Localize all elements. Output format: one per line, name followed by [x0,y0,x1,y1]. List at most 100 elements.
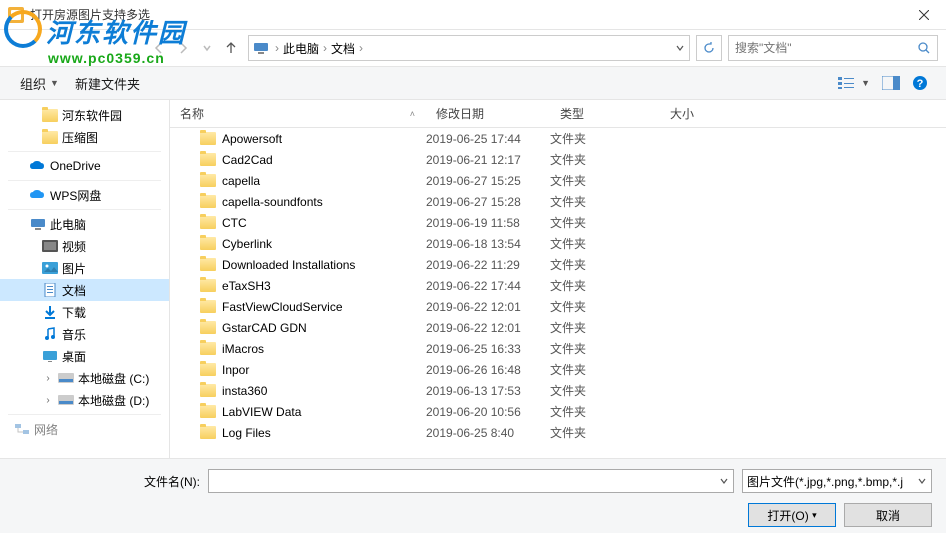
file-date: 2019-06-25 16:33 [426,342,550,356]
sidebar-item-hedong[interactable]: 河东软件园 [0,104,169,126]
sidebar-item-pictures[interactable]: 图片 [0,257,169,279]
file-row[interactable]: capella2019-06-27 15:25文件夹 [170,170,946,191]
preview-pane-button[interactable] [876,72,906,94]
column-name[interactable]: 名称˄ [170,100,426,127]
file-date: 2019-06-25 8:40 [426,426,550,440]
window-close-button[interactable] [901,0,946,30]
column-type[interactable]: 类型 [550,100,660,127]
sidebar-item-downloads[interactable]: 下载 [0,301,169,323]
file-row[interactable]: insta3602019-06-13 17:53文件夹 [170,380,946,401]
file-name: Inpor [222,363,249,377]
folder-icon [200,426,216,439]
music-icon [42,326,58,342]
folder-icon [200,174,216,187]
column-date[interactable]: 修改日期 [426,100,550,127]
sidebar-item-disk-c[interactable]: ›本地磁盘 (C:) [0,367,169,389]
file-list[interactable]: Apowersoft2019-06-25 17:44文件夹Cad2Cad2019… [170,128,946,458]
file-type: 文件夹 [550,151,660,168]
file-type: 文件夹 [550,256,660,273]
breadcrumb-documents[interactable]: 文档 [329,40,357,57]
sidebar-item-videos[interactable]: 视频 [0,235,169,257]
filename-input-wrapper[interactable] [208,469,734,493]
toolbar: 组织 ▼ 新建文件夹 ▼ ? [0,66,946,100]
file-name: capella [222,174,260,188]
file-name: iMacros [222,342,264,356]
sidebar-item-thispc[interactable]: 此电脑 [0,213,169,235]
folder-icon [200,195,216,208]
breadcrumb-separator: › [357,41,365,55]
nav-back-button[interactable] [148,37,170,59]
folder-icon [200,258,216,271]
app-icon [8,7,24,23]
network-icon [14,421,30,437]
file-name: Log Files [222,426,271,440]
breadcrumb-separator: › [321,41,329,55]
breadcrumb-thispc[interactable]: 此电脑 [281,40,321,57]
sidebar-item-compressed[interactable]: 压缩图 [0,126,169,148]
folder-icon [200,384,216,397]
file-name: eTaxSH3 [222,279,271,293]
nav-forward-button[interactable] [172,37,194,59]
onedrive-icon [30,158,46,174]
breadcrumb-dropdown[interactable] [675,43,685,53]
search-box[interactable] [728,35,938,61]
view-options-button[interactable]: ▼ [832,72,876,94]
folder-icon [200,300,216,313]
svg-text:?: ? [917,78,924,90]
folder-icon [200,279,216,292]
sidebar-item-desktop[interactable]: 桌面 [0,345,169,367]
nav-up-button[interactable] [220,37,242,59]
file-row[interactable]: Apowersoft2019-06-25 17:44文件夹 [170,128,946,149]
sidebar-item-network[interactable]: 网络 [0,418,169,440]
filter-dropdown-icon [917,476,927,486]
file-row[interactable]: iMacros2019-06-25 16:33文件夹 [170,338,946,359]
organize-menu[interactable]: 组织 ▼ [12,70,67,97]
navigation-bar: › 此电脑 › 文档 › [0,30,946,66]
filename-dropdown[interactable] [719,476,729,486]
file-type: 文件夹 [550,235,660,252]
file-row[interactable]: capella-soundfonts2019-06-27 15:28文件夹 [170,191,946,212]
sidebar-tree[interactable]: 河东软件园 压缩图 OneDrive WPS网盘 此电脑 视频 图片 文档 下载… [0,100,170,458]
file-type: 文件夹 [550,424,660,441]
help-button[interactable]: ? [906,71,934,95]
file-row[interactable]: GstarCAD GDN2019-06-22 12:01文件夹 [170,317,946,338]
file-row[interactable]: Cad2Cad2019-06-21 12:17文件夹 [170,149,946,170]
file-row[interactable]: LabVIEW Data2019-06-20 10:56文件夹 [170,401,946,422]
open-button[interactable]: 打开(O) ▾ [748,503,836,527]
folder-icon [200,342,216,355]
column-size[interactable]: 大小 [660,100,740,127]
file-type: 文件夹 [550,319,660,336]
address-breadcrumb[interactable]: › 此电脑 › 文档 › [248,35,690,61]
file-type-filter[interactable]: 图片文件(*.jpg,*.png,*.bmp,*.j [742,469,932,493]
file-row[interactable]: FastViewCloudService2019-06-22 12:01文件夹 [170,296,946,317]
file-type: 文件夹 [550,130,660,147]
file-row[interactable]: Downloaded Installations2019-06-22 11:29… [170,254,946,275]
folder-icon [200,237,216,250]
sidebar-item-onedrive[interactable]: OneDrive [0,155,169,177]
cancel-button[interactable]: 取消 [844,503,932,527]
sidebar-item-music[interactable]: 音乐 [0,323,169,345]
filename-input[interactable] [213,474,719,488]
pictures-icon [42,260,58,276]
sidebar-item-disk-d[interactable]: ›本地磁盘 (D:) [0,389,169,411]
file-date: 2019-06-22 12:01 [426,300,550,314]
file-name: GstarCAD GDN [222,321,307,335]
folder-icon [42,107,58,123]
new-folder-button[interactable]: 新建文件夹 [67,70,148,97]
file-name: Cad2Cad [222,153,273,167]
refresh-button[interactable] [696,35,722,61]
file-row[interactable]: Cyberlink2019-06-18 13:54文件夹 [170,233,946,254]
file-name: capella-soundfonts [222,195,323,209]
nav-recent-dropdown[interactable] [196,37,218,59]
file-row[interactable]: eTaxSH32019-06-22 17:44文件夹 [170,275,946,296]
column-headers: 名称˄ 修改日期 类型 大小 [170,100,946,128]
file-row[interactable]: CTC2019-06-19 11:58文件夹 [170,212,946,233]
search-icon[interactable] [917,41,931,55]
sidebar-item-wps[interactable]: WPS网盘 [0,184,169,206]
file-row[interactable]: Log Files 2019-06-25 8:40文件夹 [170,422,946,443]
sidebar-item-documents[interactable]: 文档 [0,279,169,301]
file-row[interactable]: Inpor2019-06-26 16:48文件夹 [170,359,946,380]
file-type: 文件夹 [550,298,660,315]
pc-icon [253,42,269,54]
search-input[interactable] [735,41,917,55]
